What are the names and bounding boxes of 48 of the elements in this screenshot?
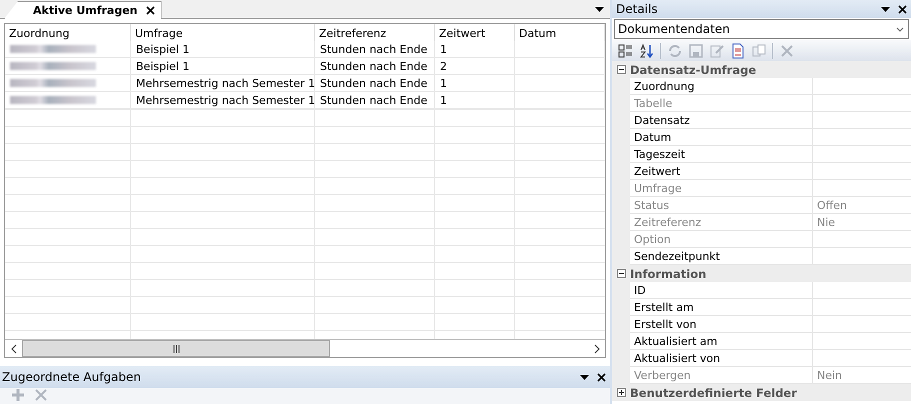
grip-icon <box>172 344 180 352</box>
document-tab[interactable]: Aktive Umfragen <box>4 1 162 19</box>
collapse-icon <box>616 269 626 278</box>
copy-icon <box>750 42 766 58</box>
close-icon <box>597 372 606 382</box>
table-cell: Mehrsemestrig nach Semester 1 <box>131 92 315 109</box>
dropdown-icon <box>580 374 589 380</box>
delete-icon <box>32 388 48 403</box>
table-cell: Stunden nach Ende <box>315 75 435 92</box>
expand-icon <box>616 388 626 397</box>
delete-icon <box>778 42 794 58</box>
edit-icon <box>708 42 724 58</box>
table-cell: Stunden nach Ende <box>315 58 435 75</box>
group-title: Benutzerdefinierte Felder <box>630 386 797 400</box>
document-icon <box>730 42 746 58</box>
table-cell: 1 <box>435 75 515 92</box>
close-icon <box>898 4 907 14</box>
group-title: Information <box>630 266 706 280</box>
panel-title: Zugeordnete Aufgaben <box>2 370 142 384</box>
sort-icon <box>638 42 654 58</box>
refresh-icon <box>666 42 682 58</box>
table-cell: 1 <box>435 92 515 109</box>
panel-title: Details <box>616 2 658 16</box>
table-cell: Mehrsemestrig nach Semester 1 <box>131 75 315 92</box>
table-cell: Stunden nach Ende <box>315 92 435 109</box>
table-cell: Beispiel 1 <box>131 58 315 75</box>
dropdown-icon[interactable] <box>595 7 604 12</box>
view-dropdown[interactable]: Dokumentendaten <box>614 19 909 39</box>
table-cell: Stunden nach Ende <box>315 41 435 58</box>
categorized-icon <box>618 42 634 58</box>
chevron-left-icon <box>10 344 16 354</box>
close-tab-button[interactable] <box>146 4 155 17</box>
categorized-button[interactable] <box>616 42 635 60</box>
table-cell: 1 <box>435 41 515 58</box>
tab-label: Aktive Umfragen <box>33 4 138 17</box>
dropdown-icon <box>881 6 890 12</box>
group-title: Datensatz-Umfrage <box>630 62 756 76</box>
alphabetical-button[interactable] <box>637 42 656 60</box>
collapse-icon <box>616 65 626 74</box>
scroll-thumb[interactable] <box>22 340 330 357</box>
table-cell: 2 <box>435 58 515 75</box>
chevron-right-icon <box>594 344 600 354</box>
table-cell: Beispiel 1 <box>131 41 315 58</box>
horizontal-scrollbar[interactable] <box>5 339 605 357</box>
save-icon <box>688 42 704 58</box>
chevron-down-icon <box>896 26 904 32</box>
add-icon <box>10 388 26 403</box>
close-icon <box>146 6 155 15</box>
